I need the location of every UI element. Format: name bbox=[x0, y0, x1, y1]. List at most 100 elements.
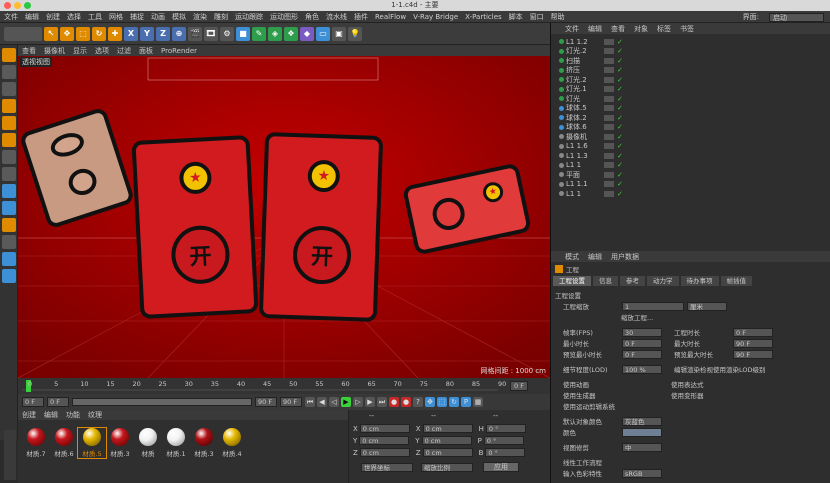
texture-mode-icon[interactable] bbox=[2, 82, 16, 96]
workplane-icon[interactable] bbox=[2, 235, 16, 249]
menu-snap[interactable]: 捕捉 bbox=[130, 12, 144, 22]
enabled-check-icon[interactable]: ✓ bbox=[617, 66, 623, 74]
floor-icon[interactable]: ▭ bbox=[316, 26, 330, 41]
visibility-toggle-icon[interactable] bbox=[604, 181, 614, 187]
visibility-toggle-icon[interactable] bbox=[604, 57, 614, 64]
apply-button[interactable]: 应用 bbox=[483, 462, 519, 472]
frame-range-slider[interactable] bbox=[72, 398, 252, 406]
visibility-toggle-icon[interactable] bbox=[604, 124, 614, 130]
object-menu-view[interactable]: 查看 bbox=[611, 24, 625, 34]
visibility-toggle-icon[interactable] bbox=[604, 48, 614, 54]
menu-plugins[interactable]: 插件 bbox=[354, 12, 368, 22]
viewport-menu-display[interactable]: 显示 bbox=[73, 46, 87, 56]
use-animation-checkbox[interactable]: 使用动画 bbox=[563, 379, 671, 389]
object-row[interactable]: L1 1.1 ✓ bbox=[559, 180, 819, 189]
preview-end-field[interactable]: 90 F bbox=[280, 397, 302, 407]
enabled-check-icon[interactable]: ✓ bbox=[617, 76, 623, 84]
menu-animate[interactable]: 动画 bbox=[151, 12, 165, 22]
attribute-menu-edit[interactable]: 编辑 bbox=[588, 252, 602, 262]
start-frame-field[interactable]: 0 F bbox=[22, 397, 44, 407]
visibility-toggle-icon[interactable] bbox=[604, 95, 614, 102]
axis-x-button[interactable]: X bbox=[124, 26, 138, 41]
object-menu-edit[interactable]: 编辑 bbox=[588, 24, 602, 34]
viewport-menu-cameras[interactable]: 摄像机 bbox=[44, 46, 65, 56]
position-y-field[interactable]: 0 cm bbox=[359, 436, 410, 445]
parameter-key-icon[interactable]: P bbox=[461, 397, 471, 407]
previous-key-icon[interactable]: ◀ bbox=[317, 397, 327, 407]
use-deformers-checkbox[interactable]: 使用变形器 bbox=[671, 390, 704, 400]
menu-vray[interactable]: V-Ray Bridge bbox=[413, 13, 458, 21]
rotation-b-field[interactable]: 0 ° bbox=[485, 448, 526, 457]
previous-frame-icon[interactable]: ◁ bbox=[329, 397, 339, 407]
enabled-check-icon[interactable]: ✓ bbox=[617, 171, 623, 179]
min-time-field[interactable]: 0 F bbox=[622, 338, 662, 348]
attribute-menu-mode[interactable]: 模式 bbox=[565, 252, 579, 262]
next-key-icon[interactable]: ▶ bbox=[365, 397, 375, 407]
make-editable-icon[interactable] bbox=[2, 48, 16, 62]
menu-mograph[interactable]: 运动图形 bbox=[270, 12, 298, 22]
position-z-field[interactable]: 0 cm bbox=[359, 448, 410, 457]
rotation-key-icon[interactable]: ↻ bbox=[449, 397, 459, 407]
enabled-check-icon[interactable]: ✓ bbox=[617, 38, 623, 46]
enabled-check-icon[interactable]: ✓ bbox=[617, 133, 623, 141]
edges-mode-icon[interactable] bbox=[2, 116, 16, 130]
visibility-toggle-icon[interactable] bbox=[604, 76, 614, 83]
enabled-check-icon[interactable]: ✓ bbox=[617, 104, 623, 112]
snap-icon[interactable] bbox=[2, 201, 16, 215]
input-color-dropdown[interactable]: sRGB bbox=[622, 468, 662, 478]
object-row[interactable]: 球体.5 ✓ bbox=[559, 104, 819, 113]
menu-pipeline[interactable]: 流水线 bbox=[326, 12, 347, 22]
use-expressions-checkbox[interactable]: 使用表达式 bbox=[671, 379, 704, 389]
enabled-check-icon[interactable]: ✓ bbox=[617, 142, 623, 150]
end-frame-field[interactable]: 90 F bbox=[255, 397, 277, 407]
viewport-menu-view[interactable]: 查看 bbox=[22, 46, 36, 56]
view-clip-dropdown[interactable]: 中 bbox=[622, 442, 662, 452]
visibility-toggle-icon[interactable] bbox=[604, 133, 614, 140]
tab-todo[interactable]: 待办事项 bbox=[680, 276, 719, 286]
position-key-icon[interactable]: ✥ bbox=[425, 397, 435, 407]
menu-help[interactable]: 帮助 bbox=[551, 12, 565, 22]
object-row[interactable]: 摄像机 ✓ bbox=[559, 132, 819, 141]
lod-field[interactable]: 100 % bbox=[622, 364, 662, 374]
visibility-toggle-icon[interactable] bbox=[604, 143, 614, 149]
material-item[interactable]: 材质.6 bbox=[50, 428, 78, 458]
enabled-check-icon[interactable]: ✓ bbox=[617, 47, 623, 55]
rotate-icon[interactable]: ↻ bbox=[92, 26, 106, 41]
viewport-menu-options[interactable]: 选项 bbox=[95, 46, 109, 56]
timeline-end-field[interactable]: 0 F bbox=[510, 381, 528, 391]
tweak-mode-icon[interactable] bbox=[2, 184, 16, 198]
grid-icon[interactable] bbox=[2, 252, 16, 266]
enabled-check-icon[interactable]: ✓ bbox=[617, 114, 623, 122]
enabled-check-icon[interactable]: ✓ bbox=[617, 123, 623, 131]
tab-project-settings[interactable]: 工程设置 bbox=[553, 276, 591, 286]
menu-xparticles[interactable]: X-Particles bbox=[465, 13, 501, 21]
recent-tools-icon[interactable]: ✚ bbox=[108, 26, 122, 41]
cube-icon[interactable]: ■ bbox=[236, 26, 250, 41]
axis-z-button[interactable]: Z bbox=[156, 26, 170, 41]
scale-icon[interactable]: ⬚ bbox=[76, 26, 90, 41]
object-row[interactable]: 扫描 ✓ bbox=[559, 56, 819, 65]
object-row[interactable]: L1 1.6 ✓ bbox=[559, 142, 819, 151]
menu-create[interactable]: 创建 bbox=[46, 12, 60, 22]
coordinate-mode-dropdown[interactable]: 世界坐标 bbox=[361, 462, 413, 472]
size-mode-dropdown[interactable]: 缩放比例 bbox=[421, 462, 473, 472]
tab-dynamics[interactable]: 动力学 bbox=[647, 276, 679, 286]
render-settings-icon[interactable]: ⚙ bbox=[220, 26, 234, 41]
project-scale-unit[interactable]: 厘米 bbox=[687, 301, 727, 311]
visibility-toggle-icon[interactable] bbox=[604, 171, 614, 178]
menu-sculpt[interactable]: 雕刻 bbox=[214, 12, 228, 22]
object-row[interactable]: L1 1 ✓ bbox=[559, 189, 819, 198]
move-icon[interactable]: ✥ bbox=[60, 26, 74, 41]
object-row[interactable]: L1 1 ✓ bbox=[559, 161, 819, 170]
deformer-icon[interactable]: ◆ bbox=[300, 26, 314, 41]
object-row[interactable]: 球体.2 ✓ bbox=[559, 113, 819, 122]
close-window-button[interactable] bbox=[4, 2, 11, 9]
lock-workplane-icon[interactable] bbox=[2, 269, 16, 283]
default-color-dropdown[interactable]: 灰蓝色 bbox=[622, 416, 662, 426]
menu-edit[interactable]: 编辑 bbox=[25, 12, 39, 22]
light-icon[interactable]: 💡 bbox=[348, 26, 362, 41]
max-time-field[interactable]: 90 F bbox=[733, 338, 773, 348]
menu-script[interactable]: 脚本 bbox=[509, 12, 523, 22]
minimize-window-button[interactable] bbox=[14, 2, 21, 9]
object-menu-file[interactable]: 文件 bbox=[565, 24, 579, 34]
